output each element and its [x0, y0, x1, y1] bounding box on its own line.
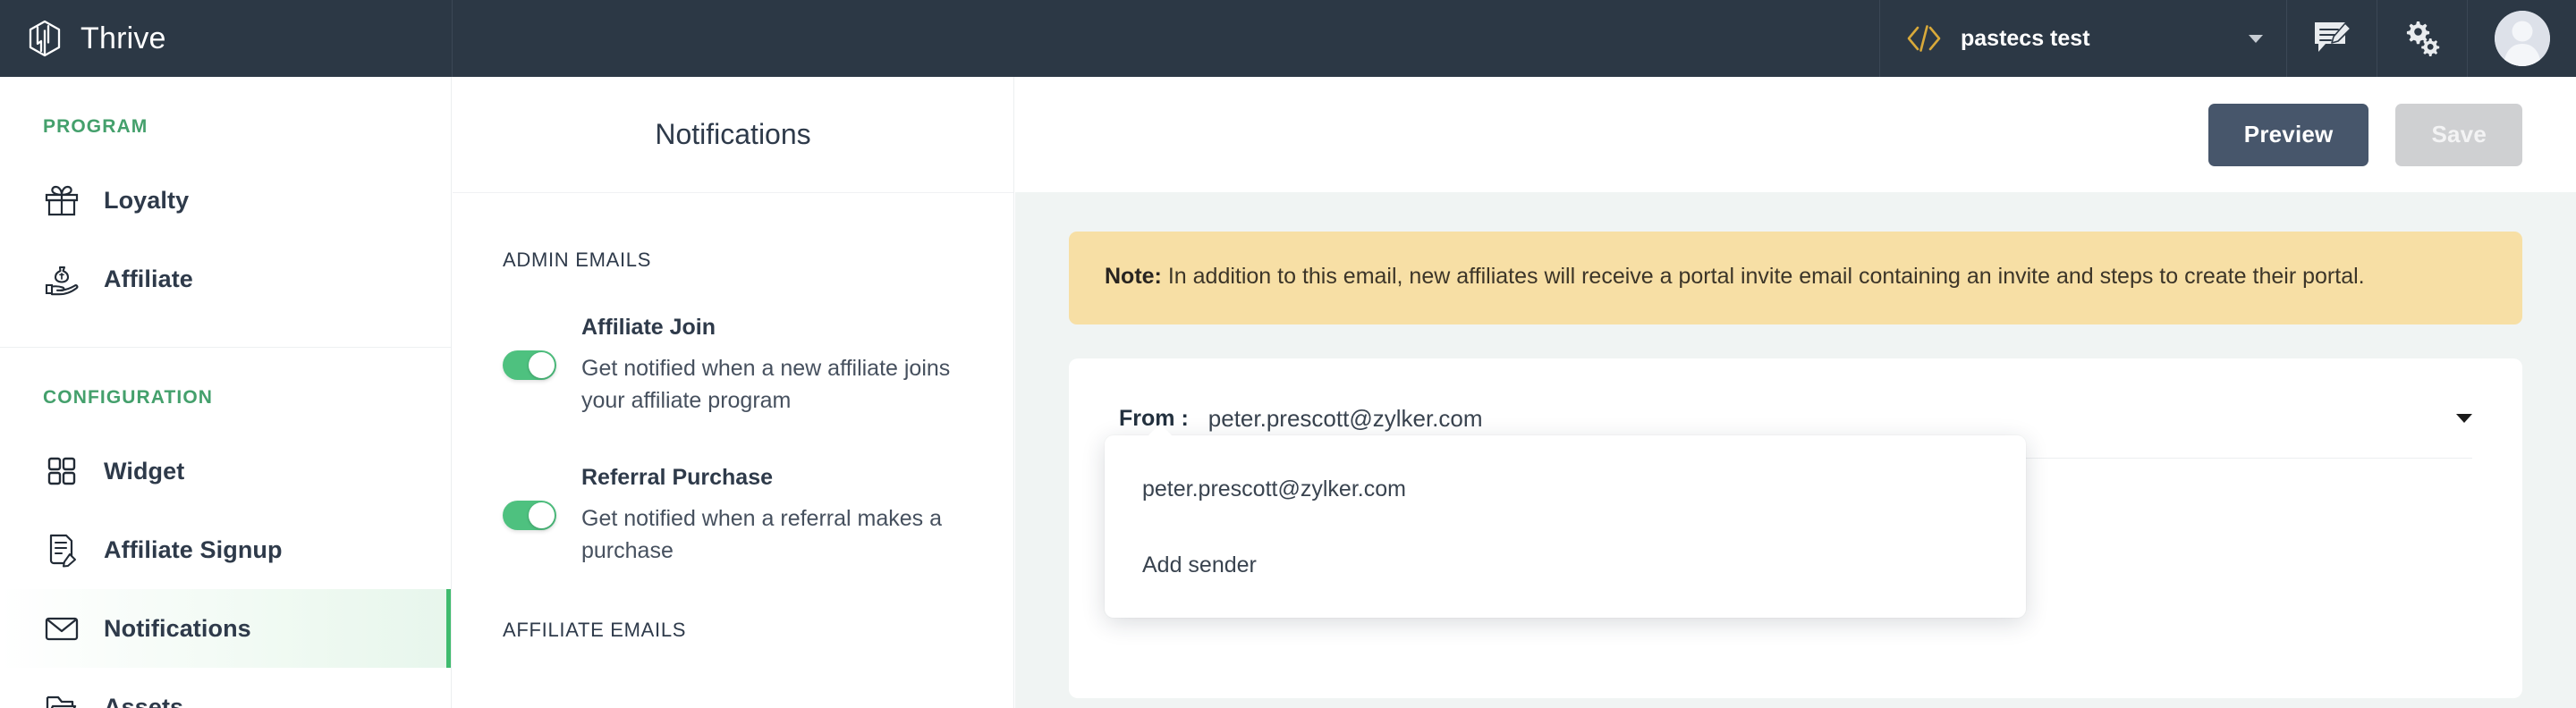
sidebar-item-label: Notifications: [104, 614, 251, 642]
feedback-message-icon: [2315, 22, 2351, 52]
envelope-icon: [45, 617, 79, 641]
affiliate-join-toggle[interactable]: [503, 350, 556, 380]
brand-name: Thrive: [80, 21, 166, 55]
panel-header: Notifications: [453, 77, 1013, 193]
header-spacer: [452, 0, 1879, 77]
page-title: Notifications: [655, 118, 811, 150]
sidebar-item-label: Widget: [104, 457, 185, 485]
sidebar-section-configuration: CONFIGURATION Widget Affiliate Signup No…: [0, 348, 451, 708]
settings-button[interactable]: [2377, 0, 2467, 77]
user-menu[interactable]: [2467, 0, 2576, 77]
note-text: In addition to this email, new affiliate…: [1161, 264, 2365, 289]
grid-squares-icon: [47, 457, 76, 485]
sidebar-item-affiliate[interactable]: Affiliate: [0, 240, 451, 318]
gears-icon: [2406, 21, 2440, 56]
org-name: pastecs test: [1961, 25, 2090, 51]
note-banner: Note: In addition to this email, new aff…: [1069, 232, 2522, 324]
org-switcher[interactable]: pastecs test: [1879, 0, 2286, 77]
folder-icon: [46, 695, 77, 708]
setting-title: Affiliate Join: [581, 315, 716, 340]
feedback-button[interactable]: [2286, 0, 2377, 77]
dropdown-option-sender-email[interactable]: peter.prescott@zylker.com: [1105, 460, 2026, 518]
setting-description: Get notified when a new affiliate joins …: [581, 356, 951, 413]
setting-description: Get notified when a referral makes a pur…: [581, 506, 942, 563]
left-sidebar: PROGRAM Loyalty Affiliate CONFIGURATION …: [0, 77, 452, 708]
email-editor-pane: Preview Save Note: In addition to this e…: [1015, 77, 2576, 708]
sidebar-section-label-configuration: CONFIGURATION: [43, 387, 214, 408]
email-compose-card: From : peter.prescott@zylker.com peter.p…: [1069, 358, 2522, 698]
sidebar-item-affiliate-signup[interactable]: Affiliate Signup: [0, 510, 451, 589]
action-bar: Preview Save: [1015, 77, 2576, 192]
notification-setting-row: Affiliate Join Get notified when a new a…: [503, 315, 963, 417]
notifications-panel: Notifications ADMIN EMAILS Affiliate Joi…: [453, 77, 1014, 708]
sidebar-item-loyalty[interactable]: Loyalty: [0, 161, 451, 240]
sidebar-item-widget[interactable]: Widget: [0, 432, 451, 510]
sender-dropdown-menu: peter.prescott@zylker.com Add sender: [1105, 423, 2026, 618]
sidebar-item-label: Affiliate Signup: [104, 535, 283, 563]
brand-area[interactable]: Thrive: [0, 0, 452, 77]
note-prefix: Note:: [1105, 264, 1162, 289]
sidebar-item-notifications[interactable]: Notifications: [0, 589, 451, 668]
money-hand-icon: [45, 266, 79, 296]
cube-logo-icon: [29, 20, 61, 57]
gift-icon: [45, 185, 79, 216]
preview-button[interactable]: Preview: [2207, 103, 2369, 166]
sidebar-item-label: Loyalty: [104, 186, 190, 214]
setting-text: Referral Purchase Get notified when a re…: [581, 465, 963, 567]
document-edit-icon: [49, 534, 76, 568]
chevron-down-icon[interactable]: [2249, 34, 2263, 43]
setting-title: Referral Purchase: [581, 465, 774, 490]
panel-body: ADMIN EMAILS Affiliate Join Get notified…: [453, 193, 1013, 642]
sidebar-item-label: Assets: [104, 693, 184, 708]
save-button[interactable]: Save: [2395, 103, 2522, 166]
affiliate-emails-label: AFFILIATE EMAILS: [503, 619, 687, 641]
from-value: peter.prescott@zylker.com: [1208, 404, 1483, 432]
sidebar-item-assets[interactable]: Assets: [0, 668, 451, 708]
setting-text: Affiliate Join Get notified when a new a…: [581, 315, 963, 417]
editor-body: Note: In addition to this email, new aff…: [1015, 192, 2576, 698]
admin-emails-label: ADMIN EMAILS: [503, 249, 652, 271]
sidebar-item-label: Affiliate: [104, 265, 193, 292]
referral-purchase-toggle[interactable]: [503, 501, 556, 530]
notification-setting-row: Referral Purchase Get notified when a re…: [503, 465, 963, 567]
sidebar-section-program: PROGRAM Loyalty Affiliate: [0, 77, 451, 318]
code-brackets-icon: [1907, 25, 1941, 52]
chevron-down-icon[interactable]: [2456, 414, 2472, 423]
toggle-knob: [529, 502, 555, 528]
app-root: Thrive pastecs test PROGRAM Loyalty Affi…: [0, 0, 2576, 708]
toggle-knob: [529, 352, 555, 378]
top-header-bar: Thrive pastecs test: [0, 0, 2576, 77]
dropdown-option-add-sender[interactable]: Add sender: [1105, 536, 2026, 594]
avatar: [2494, 11, 2550, 66]
user-avatar-icon: [2494, 11, 2550, 66]
sidebar-section-label-program: PROGRAM: [43, 116, 148, 137]
